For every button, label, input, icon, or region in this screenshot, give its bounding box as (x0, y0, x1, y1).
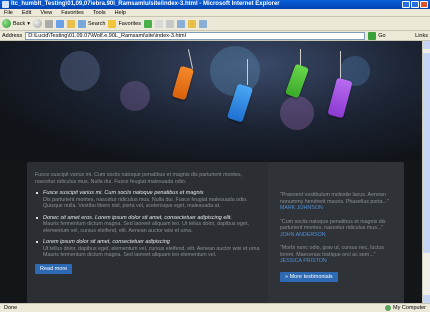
bokeh-light (60, 51, 100, 91)
minimize-button[interactable] (402, 1, 410, 8)
testimonial-item: "Cum sociis natoque penatibus et magnis … (280, 219, 394, 239)
refresh-icon[interactable] (56, 19, 64, 28)
ie-icon (2, 1, 9, 8)
print-icon[interactable] (166, 19, 175, 28)
scroll-thumb[interactable] (423, 53, 430, 253)
testimonials-panel: "Praesent vestibulum molestie lacus. Aen… (268, 162, 404, 303)
back-arrow-icon (2, 19, 11, 28)
links-button[interactable]: Links (415, 33, 428, 39)
bokeh-light (120, 81, 150, 111)
menu-bar: File Edit View Favorites Tools Help (0, 9, 430, 17)
list-item-text: Dis parturient montes, nascetur ridiculu… (43, 196, 248, 210)
tag-string (340, 51, 341, 81)
history-icon[interactable] (144, 19, 153, 28)
stop-icon[interactable] (45, 19, 53, 28)
intro-text: Fusce suscipit varius mi. Cum sociis nat… (35, 172, 242, 185)
security-zone: My Computer (384, 304, 426, 312)
page-viewport: Fusce suscipit varius mi. Cum sociis nat… (0, 41, 422, 303)
testimonial-quote: "Praesent vestibulum molestie lacus. Aen… (280, 192, 389, 205)
menu-edit[interactable]: Edit (22, 9, 31, 16)
bullet-icon (36, 192, 38, 194)
go-arrow-icon (368, 31, 377, 40)
close-button[interactable] (420, 1, 428, 8)
search-icon (78, 19, 86, 28)
folder-icon[interactable] (188, 19, 197, 28)
go-label: Go (378, 32, 386, 39)
bullet-icon (36, 241, 38, 243)
status-bar: Done My Computer (0, 303, 430, 312)
hero-banner (0, 41, 422, 161)
list-item: Fusce suscipit varius mi. Cum sociis nat… (35, 190, 261, 210)
list-item: Donec sit amet eros. Lorem ipsum dolor s… (35, 215, 261, 235)
tag-purple (327, 77, 353, 119)
menu-favorites[interactable]: Favorites (61, 9, 84, 16)
scroll-up-arrow-icon[interactable] (423, 41, 430, 49)
window-controls (402, 1, 428, 8)
computer-icon (384, 305, 391, 311)
favorites-button[interactable]: Favorites (108, 19, 142, 28)
window-title: ltc_humblt_Testing\01,09,07\ebra.90l_Ram… (11, 1, 280, 7)
testimonial-author[interactable]: MARK JOHNSON (280, 205, 394, 212)
menu-file[interactable]: File (4, 9, 13, 16)
list-item: Lorem ipsum dolor sit amet, consectetuer… (35, 239, 261, 259)
address-input[interactable]: D:\Lucid\Testing\01.09.07\Wolf.e.90L_Ram… (25, 31, 366, 40)
tag-string (247, 59, 248, 85)
status-text: Done (4, 305, 18, 311)
mail-icon[interactable] (155, 19, 164, 28)
go-button[interactable]: Go (368, 31, 386, 40)
favorites-label: Favorites (118, 20, 142, 27)
messenger-icon[interactable] (199, 19, 208, 28)
forward-button[interactable] (33, 19, 42, 28)
more-testimonials-button[interactable]: » More testimonials (280, 271, 338, 282)
read-more-button[interactable]: Read more (35, 263, 73, 274)
bullet-icon (36, 216, 38, 219)
dropdown-icon: ▾ (27, 20, 30, 27)
toolbar: Back ▾ Search Favorites (0, 17, 430, 31)
vertical-scrollbar[interactable] (422, 41, 430, 303)
search-label: Search (88, 20, 106, 27)
testimonial-quote: "Cum sociis natoque penatibus et magnis … (280, 218, 386, 232)
tag-orange (171, 65, 195, 101)
maximize-button[interactable] (411, 1, 419, 8)
home-icon[interactable] (67, 19, 75, 28)
back-label: Back (13, 20, 26, 27)
main-content: Fusce suscipit varius mi. Cum sociis nat… (35, 172, 261, 274)
menu-tools[interactable]: Tools (93, 9, 106, 16)
list-item-text: Mauris fermentum dictum magna. Sed laore… (43, 221, 249, 234)
testimonial-item: "Praesent vestibulum molestie lacus. Aen… (280, 192, 394, 212)
menu-view[interactable]: View (40, 9, 52, 16)
testimonial-quote: "Morbi nunc odio, grav ut, cursus nec, l… (280, 245, 385, 258)
zone-label: My Computer (392, 305, 426, 311)
back-button[interactable]: Back ▾ (2, 19, 30, 28)
scroll-down-arrow-icon[interactable] (423, 295, 430, 303)
edit-icon[interactable] (177, 19, 186, 28)
address-bar: Address D:\Lucid\Testing\01.09.07\Wolf.e… (0, 31, 430, 41)
forward-arrow-icon (33, 19, 42, 28)
testimonial-item: "Morbi nunc odio, grav ut, cursus nec, l… (280, 245, 394, 265)
testimonials-list: "Praesent vestibulum molestie lacus. Aen… (280, 192, 394, 282)
list-item-text: Ut tellus dolor, dapibus eget, elementum… (43, 245, 260, 259)
address-label: Address (2, 32, 23, 39)
tag-green (284, 63, 310, 99)
bokeh-light (280, 96, 314, 130)
testimonial-author[interactable]: JESSICA PRISTON (280, 258, 394, 265)
search-button[interactable]: Search (78, 19, 106, 28)
window-titlebar: ltc_humblt_Testing\01,09,07\ebra.90l_Ram… (0, 0, 430, 9)
menu-help[interactable]: Help (115, 9, 126, 16)
star-icon (108, 19, 117, 28)
tag-string (187, 49, 194, 69)
testimonial-author[interactable]: JOHN ANDERSON (280, 232, 394, 239)
